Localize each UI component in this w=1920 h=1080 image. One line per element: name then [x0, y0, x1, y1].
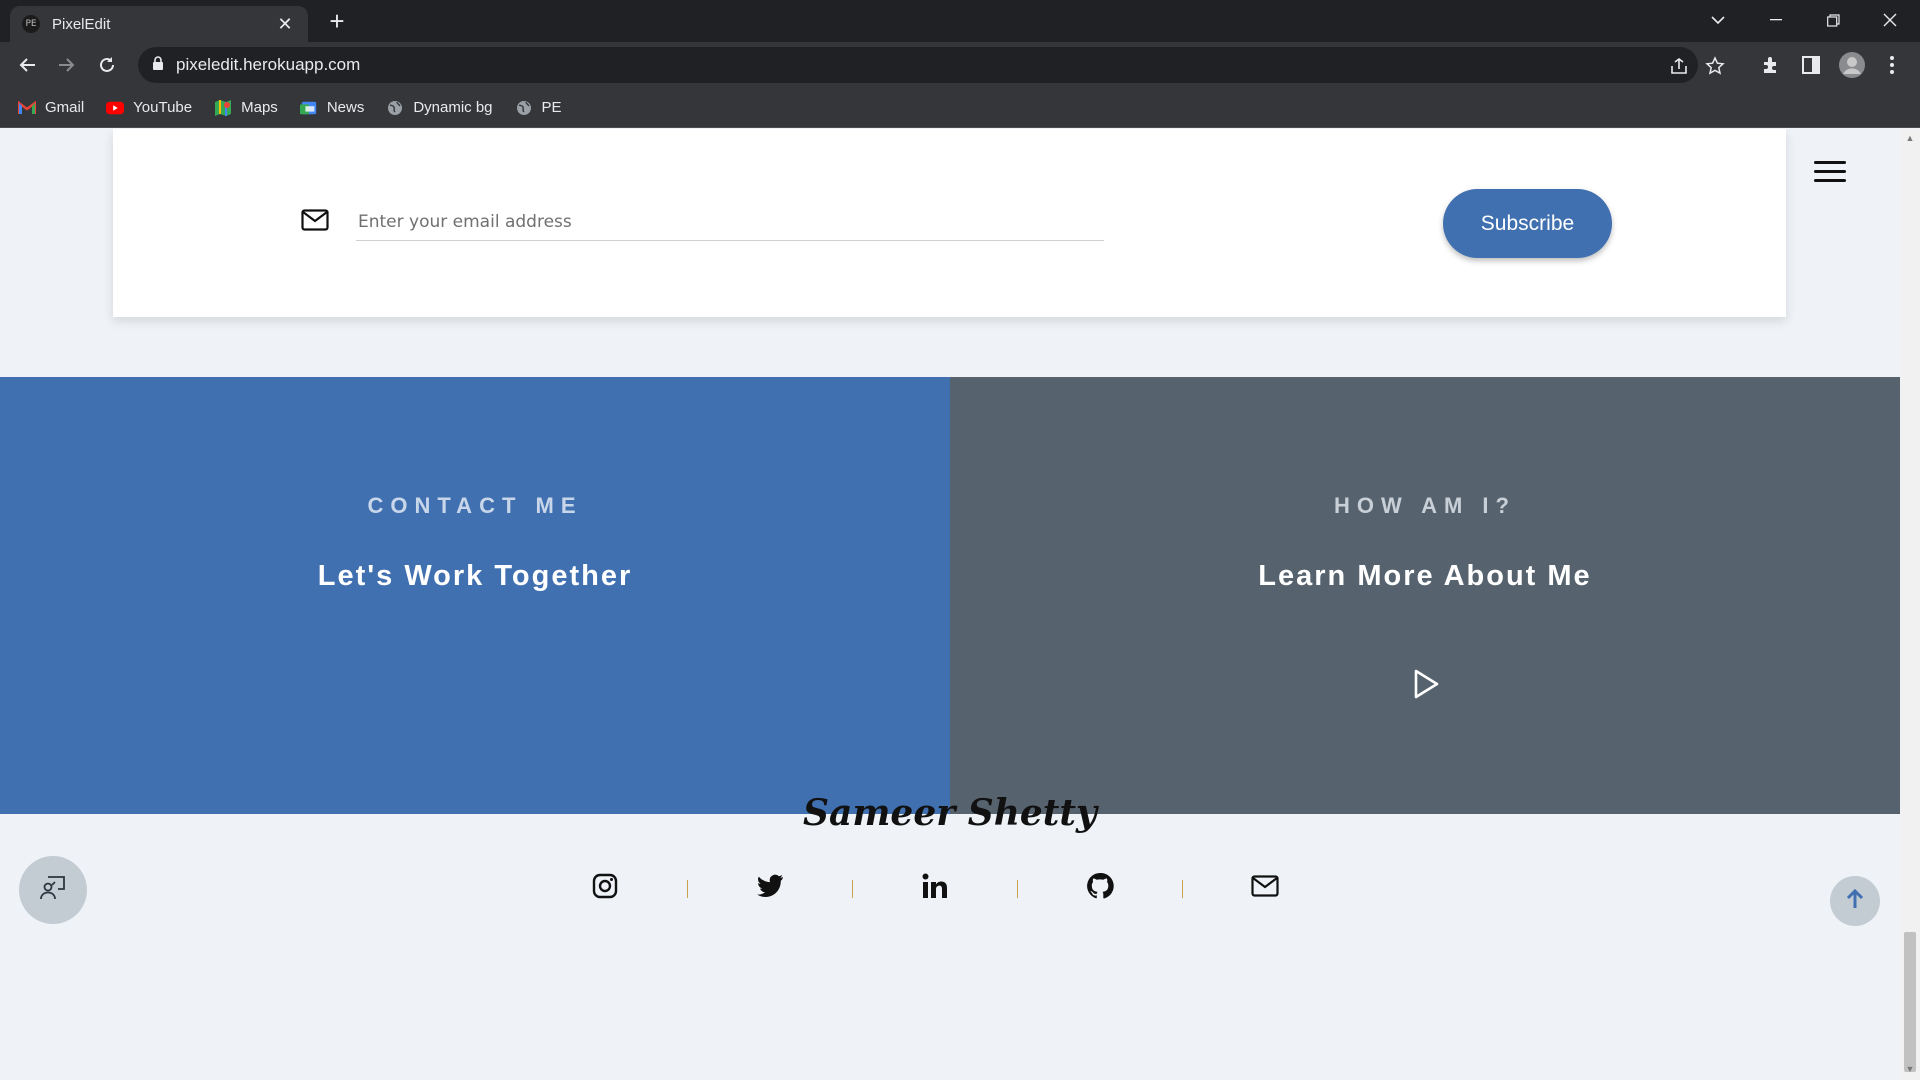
gmail-icon: [18, 99, 36, 117]
url-text: pixeledit.herokuapp.com: [176, 55, 361, 74]
side-panel-icon[interactable]: [1797, 51, 1825, 79]
lock-icon[interactable]: [152, 55, 164, 75]
bookmark-label: News: [326, 99, 365, 116]
bookmark-label: YouTube: [133, 99, 193, 116]
email-input[interactable]: [356, 203, 1104, 241]
bookmark-news[interactable]: News: [299, 99, 365, 117]
page-scrollbar[interactable]: ▲ ▼: [1900, 129, 1920, 1080]
contact-title: Let's Work Together: [317, 560, 633, 592]
scroll-up-arrow-icon[interactable]: ▲: [1904, 133, 1916, 145]
social-separator: [785, 880, 920, 898]
new-tab-button[interactable]: +: [322, 6, 352, 36]
bookmark-gmail[interactable]: Gmail: [18, 99, 84, 117]
arrow-up-icon: [1846, 888, 1864, 914]
feedback-person-chat-icon: [40, 875, 66, 906]
subscribe-button[interactable]: Subscribe: [1443, 189, 1612, 258]
social-separator: [1115, 880, 1250, 898]
page-viewport: Subscribe CONTACT ME Let's Work Together…: [0, 129, 1900, 1080]
hamburger-menu-icon[interactable]: [1814, 161, 1846, 185]
bookmarks-bar: Gmail YouTube Maps News Dynamic bg PE: [0, 88, 1920, 128]
maps-icon: [214, 99, 232, 117]
close-window-button[interactable]: [1862, 0, 1918, 40]
bookmark-label: Gmail: [45, 99, 85, 116]
share-icon[interactable]: [1668, 55, 1690, 77]
instagram-icon[interactable]: [590, 871, 620, 901]
pixeledit-favicon-icon: PE: [22, 15, 40, 33]
mail-icon: [301, 209, 331, 235]
reload-icon[interactable]: [92, 50, 122, 80]
bookmark-label: Maps: [241, 99, 278, 116]
scroll-to-top-button[interactable]: [1830, 876, 1880, 926]
bookmark-dynamic-bg[interactable]: Dynamic bg: [386, 99, 493, 117]
browser-tab[interactable]: PE PixelEdit ✕: [10, 6, 308, 42]
bookmark-star-icon[interactable]: [1704, 55, 1726, 77]
address-bar[interactable]: pixeledit.herokuapp.com: [138, 47, 1725, 83]
bookmark-pe[interactable]: PE: [515, 99, 562, 117]
social-separator: [620, 880, 755, 898]
about-title: Learn More About Me: [1258, 560, 1592, 592]
browser-toolbar: pixeledit.herokuapp.com: [0, 42, 1920, 88]
profile-avatar[interactable]: [1838, 51, 1866, 79]
youtube-icon: [106, 99, 125, 117]
tab-close-icon[interactable]: ✕: [274, 14, 296, 35]
minimize-button[interactable]: [1748, 0, 1804, 40]
tab-search-chevron-icon[interactable]: [1690, 0, 1746, 40]
news-icon: [299, 99, 318, 117]
contact-eyebrow: CONTACT ME: [367, 493, 583, 518]
play-icon[interactable]: [1412, 669, 1440, 699]
back-arrow-icon[interactable]: [12, 50, 42, 80]
browser-tab-strip: PE PixelEdit ✕ +: [0, 0, 1920, 42]
about-panel[interactable]: HOW AM I? Learn More About Me: [950, 377, 1900, 814]
globe-icon: [386, 99, 404, 117]
scrollbar-thumb[interactable]: [1904, 932, 1916, 1072]
newsletter-card: Subscribe: [113, 129, 1786, 317]
bookmark-youtube[interactable]: YouTube: [106, 99, 192, 117]
about-eyebrow: HOW AM I?: [1334, 493, 1516, 518]
scroll-down-arrow-icon[interactable]: ▼: [1904, 1064, 1916, 1076]
linkedin-icon[interactable]: [920, 871, 950, 901]
bookmark-label: PE: [541, 99, 562, 116]
contact-panel[interactable]: CONTACT ME Let's Work Together: [0, 377, 950, 814]
browser-menu-icon[interactable]: [1878, 51, 1906, 79]
extensions-puzzle-icon[interactable]: [1757, 51, 1785, 79]
globe-icon: [515, 99, 533, 117]
feedback-button[interactable]: [19, 856, 87, 924]
mail-icon[interactable]: [1250, 871, 1280, 901]
twitter-icon[interactable]: [755, 871, 785, 901]
bookmark-maps[interactable]: Maps: [214, 99, 278, 117]
footer-signature: Sameer Shetty: [803, 792, 1097, 834]
tab-title: PixelEdit: [52, 15, 111, 33]
social-separator: [950, 880, 1085, 898]
restore-button[interactable]: [1805, 0, 1861, 40]
bookmark-label: Dynamic bg: [413, 99, 493, 116]
forward-arrow-icon[interactable]: [52, 50, 82, 80]
github-icon[interactable]: [1085, 871, 1115, 901]
social-links: [590, 871, 1280, 901]
